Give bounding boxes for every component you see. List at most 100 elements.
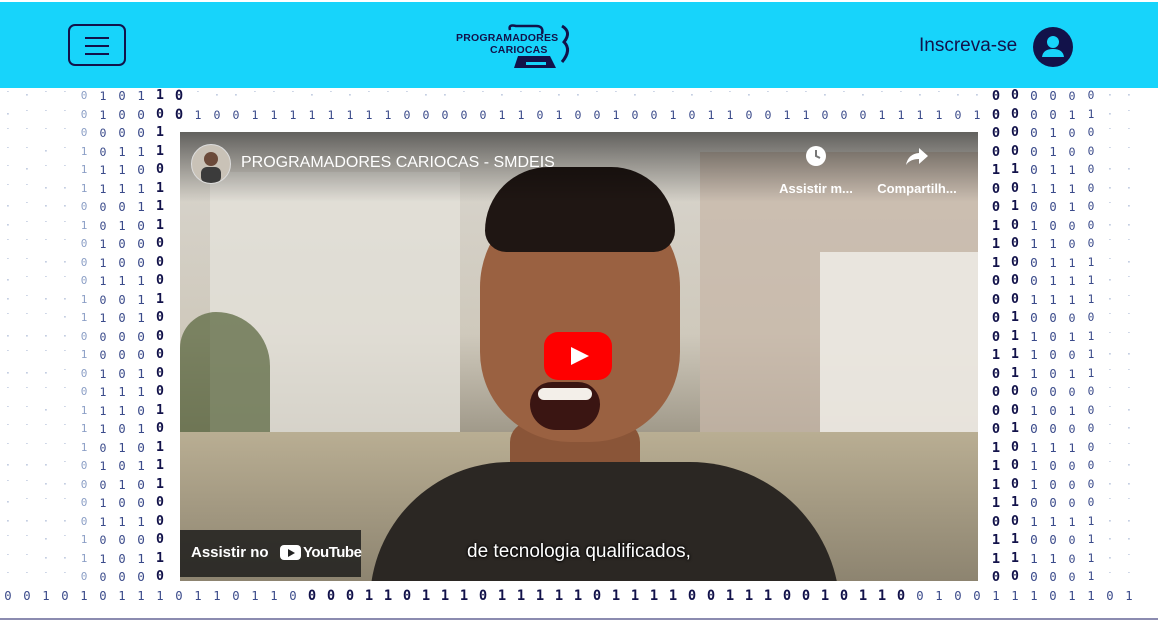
binary-digit: 1 xyxy=(156,439,164,455)
binary-digit: 1 xyxy=(1049,551,1057,566)
watch-later-button[interactable]: Assistir m... xyxy=(776,144,856,196)
binary-digit: · xyxy=(1107,479,1113,490)
binary-digit: 1 xyxy=(137,88,145,103)
binary-digit: · xyxy=(1107,276,1113,286)
binary-digit: 1 xyxy=(137,143,145,159)
binary-digit: 0 xyxy=(118,329,126,344)
binary-digit: 0 xyxy=(80,329,88,343)
binary-digit: ˙ xyxy=(24,535,30,545)
user-account-button[interactable] xyxy=(1033,27,1073,67)
binary-digit: 0 xyxy=(1049,218,1057,233)
binary-digit: ˙ xyxy=(1107,331,1113,342)
video-caption: de tecnologia qualificados, xyxy=(467,541,691,562)
binary-digit: 1 xyxy=(1087,533,1095,546)
binary-digit: 0 xyxy=(137,402,145,418)
binary-digit: 1 xyxy=(80,311,88,324)
binary-digit: 1 xyxy=(1049,144,1057,159)
binary-digit: 1 xyxy=(270,588,278,603)
binary-digit: 0 xyxy=(460,107,468,122)
binary-digit: · xyxy=(24,165,30,175)
binary-digit: ˙ xyxy=(24,109,30,120)
binary-digit: ˙ xyxy=(24,220,30,231)
binary-digit: ˙ xyxy=(1126,109,1132,120)
channel-avatar-image xyxy=(201,152,221,183)
share-button[interactable]: Compartilh... xyxy=(872,144,962,196)
channel-avatar[interactable] xyxy=(191,144,231,184)
menu-button[interactable] xyxy=(68,24,126,66)
binary-digit: · xyxy=(1126,516,1132,527)
binary-digit: ˙ xyxy=(1107,239,1113,249)
video-player[interactable]: PROGRAMADORES CARIOCAS - SMDEIS Assistir… xyxy=(180,132,978,581)
binary-digit: 1 xyxy=(858,587,868,604)
binary-digit: ˙ xyxy=(1126,442,1132,453)
binary-digit: ˙ xyxy=(936,91,942,101)
binary-digit: 0 xyxy=(1087,496,1095,509)
binary-digit: ˙ xyxy=(708,91,714,101)
subscribe-link[interactable]: Inscreva-se xyxy=(919,35,1017,57)
binary-digit: 0 xyxy=(1011,106,1019,122)
watch-on-youtube-button[interactable]: Assistir no YouTube xyxy=(180,530,362,577)
binary-digit: 1 xyxy=(137,365,145,381)
binary-digit: 1 xyxy=(156,180,164,196)
binary-digit: 1 xyxy=(1049,181,1057,196)
binary-digit: 0 xyxy=(1087,126,1095,139)
binary-digit: 0 xyxy=(1049,311,1057,325)
binary-digit: 1 xyxy=(80,588,88,603)
binary-digit: 1 xyxy=(707,107,715,122)
binary-digit: 0 xyxy=(1087,477,1095,491)
binary-digit: 0 xyxy=(991,88,1001,104)
binary-digit: 0 xyxy=(422,107,430,122)
binary-digit: 1 xyxy=(1011,550,1019,566)
binary-digit: 0 xyxy=(1049,329,1057,344)
binary-digit: · xyxy=(955,91,961,101)
binary-digit: 1 xyxy=(308,107,316,122)
binary-digit: 1 xyxy=(1011,365,1019,381)
binary-digit: 0 xyxy=(156,365,164,381)
binary-digit: ˙ xyxy=(765,91,771,101)
binary-digit: 1 xyxy=(935,588,943,603)
binary-digit: ˙ xyxy=(62,405,68,416)
play-button[interactable] xyxy=(544,332,612,380)
binary-digit: ˙ xyxy=(1126,128,1132,138)
binary-digit: 0 xyxy=(137,217,145,233)
binary-digit: 0 xyxy=(991,513,1001,530)
binary-digit: 1 xyxy=(99,181,107,196)
binary-digit: · xyxy=(5,220,11,231)
binary-digit: · xyxy=(347,91,353,101)
binary-digit: · xyxy=(233,91,239,101)
binary-digit: ˙ xyxy=(62,424,68,434)
binary-digit: 1 xyxy=(725,587,735,604)
binary-digit: 0 xyxy=(99,477,107,492)
binary-digit: 0 xyxy=(1087,403,1095,417)
binary-digit: · xyxy=(5,109,11,120)
binary-digit: 1 xyxy=(99,366,107,381)
binary-digit: 0 xyxy=(1049,89,1057,103)
binary-digit: 1 xyxy=(99,163,107,177)
binary-digit: ˙ xyxy=(613,91,619,101)
binary-digit: 1 xyxy=(1030,217,1038,233)
site-logo[interactable]: PROGRAMADORES CARIOCAS xyxy=(452,20,576,74)
binary-digit: 0 xyxy=(896,587,906,604)
binary-digit: 0 xyxy=(1030,421,1038,436)
binary-digit: 1 xyxy=(1030,513,1038,529)
binary-digit: · xyxy=(62,553,68,564)
video-title[interactable]: PROGRAMADORES CARIOCAS - SMDEIS xyxy=(241,154,555,172)
youtube-logo: YouTube xyxy=(280,543,362,563)
binary-digit: · xyxy=(1126,220,1132,231)
binary-digit: ˙ xyxy=(1126,368,1132,379)
binary-digit: ˙ xyxy=(24,257,30,268)
binary-digit: 1 xyxy=(1068,366,1076,381)
binary-digit: 0 xyxy=(1030,143,1038,159)
binary-digit: ˙ xyxy=(5,128,11,138)
binary-digit: ˙ xyxy=(5,535,11,545)
binary-digit: ˙ xyxy=(5,257,11,268)
binary-digit: 1 xyxy=(991,347,1001,363)
binary-digit: ˙ xyxy=(404,91,410,101)
binary-digit: 0 xyxy=(99,440,107,455)
binary-digit: 0 xyxy=(137,254,145,270)
binary-digit: · xyxy=(423,91,429,101)
binary-digit: 1 xyxy=(1068,514,1076,529)
binary-digit: 0 xyxy=(1049,533,1057,547)
binary-digit: 0 xyxy=(441,107,449,122)
binary-digit: ˙ xyxy=(5,572,11,582)
